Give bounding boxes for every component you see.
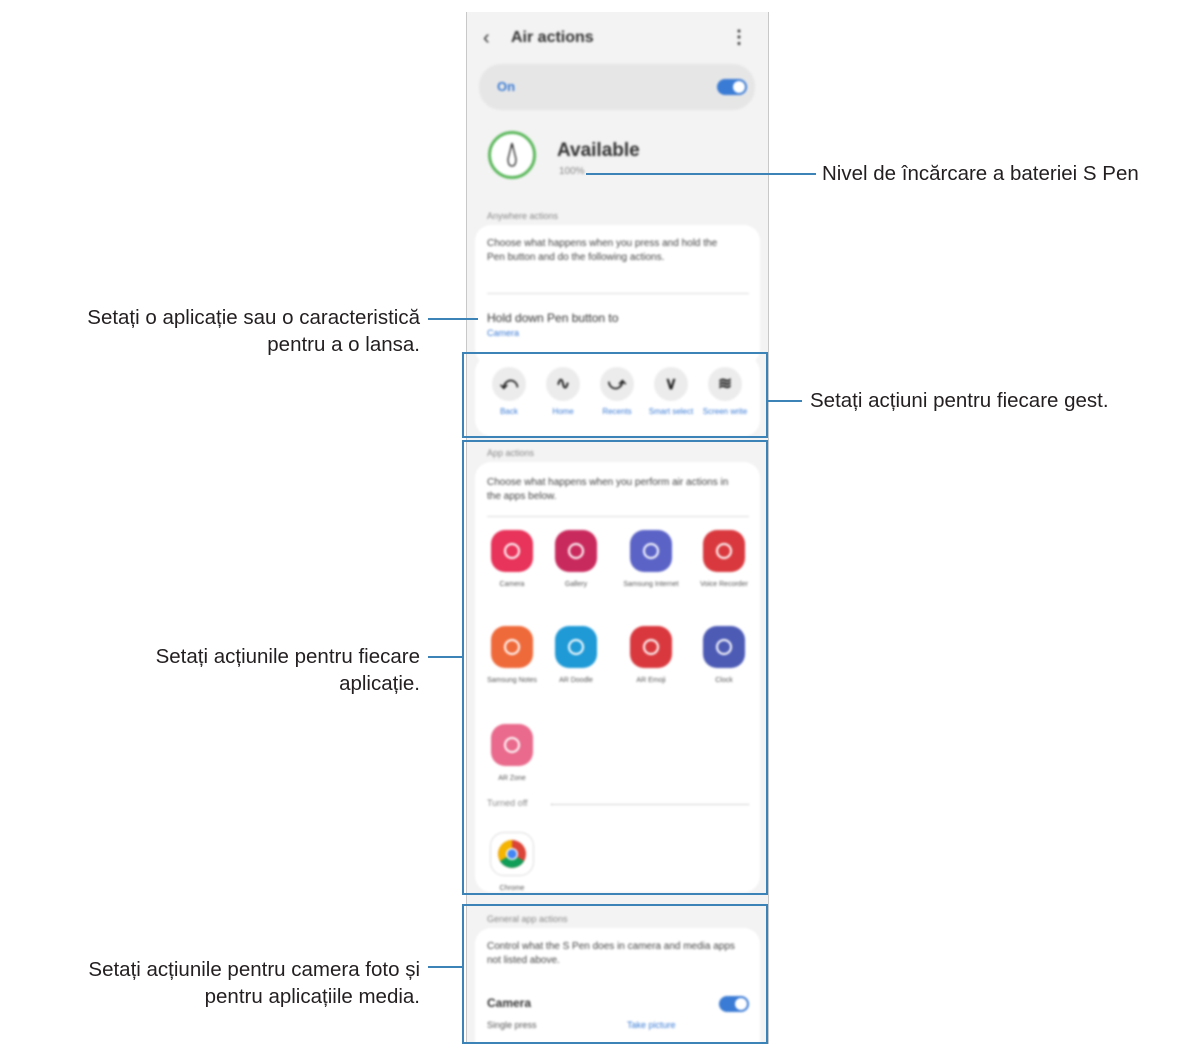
annotation-media-line2: pentru aplicațiile media. [204, 985, 420, 1008]
annotation-launch: Setați o aplicație sau o caracteristică … [0, 304, 420, 358]
battery-leader-line [586, 173, 816, 175]
master-switch-row[interactable]: On [479, 64, 755, 110]
media-leader-line [428, 966, 462, 968]
annotation-media: Setați acțiunile pentru camera foto și p… [0, 956, 420, 1010]
launch-leader-line [428, 318, 478, 320]
on-label: On [497, 79, 516, 94]
pen-battery-level: 100% [559, 166, 585, 177]
page-title: Air actions [511, 29, 594, 46]
annotation-apps: Setați acțiunile pentru fiecare aplicați… [0, 643, 420, 697]
anywhere-actions-card: Choose what happens when you press and h… [475, 225, 760, 365]
gestures-callout-box [462, 352, 768, 438]
annotation-launch-line1: Setați o aplicație sau o caracteristică [87, 306, 420, 329]
pen-battery-icon [488, 131, 536, 179]
annotation-battery: Nivel de încărcare a bateriei S Pen [822, 162, 1139, 185]
anywhere-actions-header: Anywhere actions [487, 211, 559, 221]
divider [487, 293, 749, 294]
annotation-media-line1: Setați acțiunile pentru camera foto și [88, 958, 420, 981]
more-options-icon[interactable]: ⋮ [730, 27, 748, 48]
hold-pen-button-title: Hold down Pen button to [487, 311, 619, 325]
master-toggle[interactable] [717, 79, 747, 95]
annotation-apps-line1: Setați acțiunile pentru fiecare [155, 645, 420, 668]
annotation-apps-line2: aplicație. [339, 672, 420, 695]
annotation-launch-line2: pentru a o lansa. [267, 333, 420, 356]
pen-status: Available [557, 140, 640, 161]
gesture-leader-line [768, 400, 802, 402]
app-actions-callout-box [462, 440, 768, 895]
hold-pen-button-value: Camera [487, 328, 520, 338]
apps-leader-line [428, 656, 462, 658]
back-icon[interactable]: ‹ [483, 27, 490, 50]
top-bar: ‹ Air actions ⋮ [467, 12, 768, 62]
annotation-gesture: Setați acțiuni pentru fiecare gest. [810, 389, 1109, 412]
media-callout-box [462, 904, 768, 1044]
anywhere-actions-description: Choose what happens when you press and h… [487, 238, 718, 263]
